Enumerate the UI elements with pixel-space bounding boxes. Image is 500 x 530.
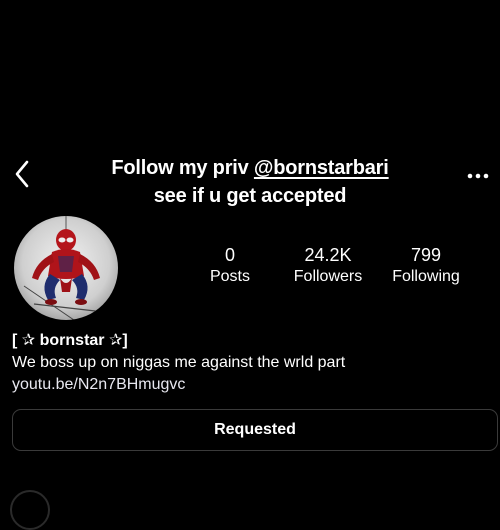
profile-stats: 0 Posts 24.2K Followers 799 Following <box>190 244 480 294</box>
avatar[interactable] <box>14 216 118 320</box>
profile-name: [ ✰ bornstar ✰] <box>12 332 128 349</box>
chevron-left-icon <box>15 160 29 188</box>
stat-following-label: Following <box>392 268 460 285</box>
stat-posts-label: Posts <box>209 268 250 285</box>
stat-following-value: 799 <box>410 245 442 265</box>
stat-posts[interactable]: 0 Posts <box>190 244 270 288</box>
bottom-circle-fragment <box>10 490 50 530</box>
profile-bio: We boss up on niggas me against the wrld… <box>12 354 346 371</box>
stat-followers[interactable]: 24.2K Followers <box>284 244 372 288</box>
title-handle-link[interactable]: @bornstarbari <box>254 157 389 179</box>
page-title: Follow my priv @bornstarbari see if u ge… <box>60 154 440 210</box>
requested-button[interactable]: Requested <box>12 409 498 451</box>
stat-posts-value: 0 <box>224 245 235 265</box>
page-title-prefix: Follow my priv <box>111 157 254 179</box>
stat-followers-value: 24.2K <box>304 245 352 265</box>
page-title-line2: see if u get accepted <box>153 185 347 207</box>
profile-avatar <box>14 216 118 320</box>
more-options-button[interactable] <box>464 168 492 184</box>
stat-following[interactable]: 799 Following <box>386 244 466 288</box>
back-button[interactable] <box>8 158 36 190</box>
profile-link[interactable]: youtu.be/N2n7BHmugvc <box>12 375 185 395</box>
page-title-line1: Follow my priv @bornstarbari <box>60 154 440 182</box>
stat-followers-label: Followers <box>293 268 363 285</box>
more-horizontal-icon <box>467 173 489 179</box>
